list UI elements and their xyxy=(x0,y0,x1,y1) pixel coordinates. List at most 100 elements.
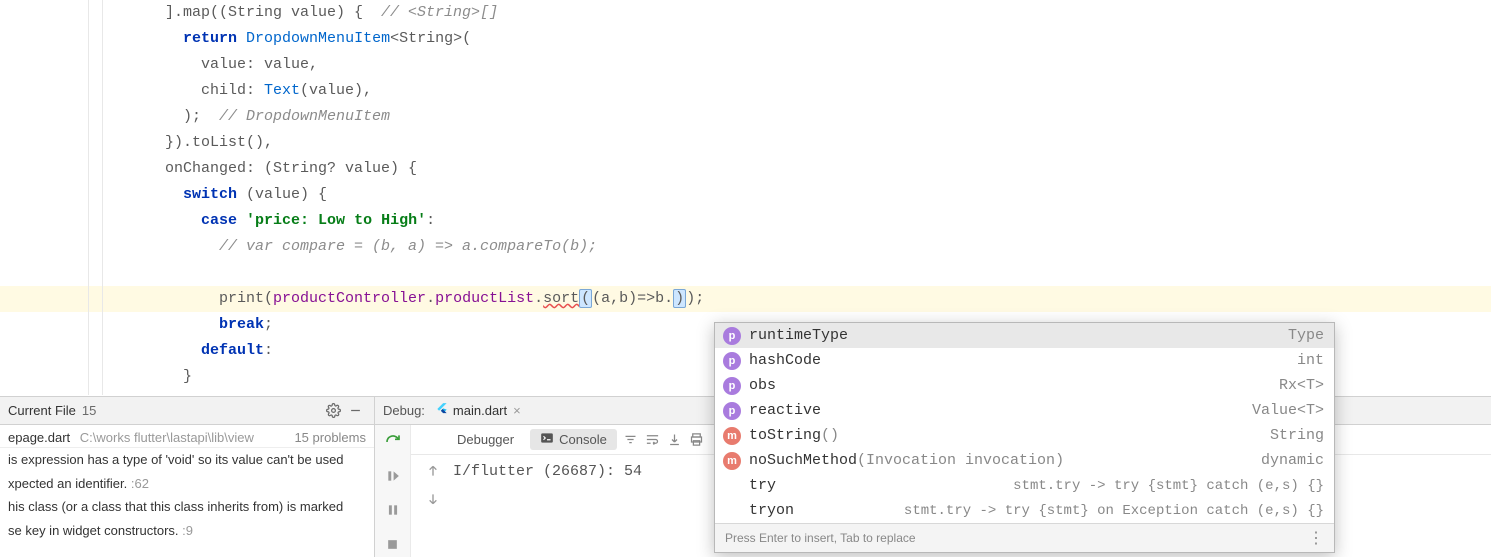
code-comment: // <String>[] xyxy=(381,4,498,21)
code-line[interactable]: return DropdownMenuItem<String>( xyxy=(0,26,1491,52)
soft-wrap-icon[interactable] xyxy=(645,432,661,448)
ac-name: toString xyxy=(749,427,821,444)
code-line-active[interactable]: print(productController.productList.sort… xyxy=(0,286,1491,312)
problem-text: his class (or a class that this class in… xyxy=(8,499,343,514)
problem-text: xpected an identifier. xyxy=(8,476,127,491)
ac-type: stmt.try -> try {stmt} catch (e,s) {} xyxy=(1013,478,1324,494)
code-line[interactable]: value: value, xyxy=(0,52,1491,78)
problems-scope-label[interactable]: Current File xyxy=(8,403,76,418)
more-icon[interactable]: ⋮ xyxy=(1308,528,1324,548)
autocomplete-item[interactable]: tryon stmt.try -> try {stmt} on Exceptio… xyxy=(715,498,1334,523)
code-line[interactable]: }).toList(), xyxy=(0,130,1491,156)
problems-header: Current File 15 xyxy=(0,397,374,425)
autocomplete-item[interactable]: m toString() String xyxy=(715,423,1334,448)
problem-loc: :62 xyxy=(127,476,149,491)
down-arrow-icon[interactable] xyxy=(425,491,443,509)
problem-item[interactable]: his class (or a class that this class in… xyxy=(0,495,374,519)
ac-type: Rx<T> xyxy=(1279,377,1324,394)
code-line[interactable]: child: Text(value), xyxy=(0,78,1491,104)
gear-icon[interactable] xyxy=(322,400,344,422)
code-text: (a,b)=>b. xyxy=(592,290,673,307)
code-type: Text xyxy=(264,82,300,99)
autocomplete-item[interactable]: p hashCode int xyxy=(715,348,1334,373)
console-icon xyxy=(540,431,554,448)
autocomplete-item[interactable]: p runtimeType Type xyxy=(715,323,1334,348)
debug-label: Debug: xyxy=(383,403,425,418)
code-error-underline: sort xyxy=(543,290,579,307)
problem-item[interactable]: is expression has a type of 'void' so it… xyxy=(0,448,374,472)
code-line[interactable]: // var compare = (b, a) => a.compareTo(b… xyxy=(0,234,1491,260)
code-line[interactable] xyxy=(0,260,1491,286)
problem-text: se key in widget constructors. xyxy=(8,523,179,538)
tab-console[interactable]: Console xyxy=(530,429,617,450)
code-keyword: default xyxy=(201,342,264,359)
problems-file-row[interactable]: epage.dart C:\works flutter\lastapi\lib\… xyxy=(0,425,374,448)
problem-item[interactable]: se key in widget constructors. :9 xyxy=(0,519,374,543)
method-icon: m xyxy=(723,452,741,470)
code-text xyxy=(237,212,246,229)
autocomplete-item[interactable]: p reactive Value<T> xyxy=(715,398,1334,423)
problem-item[interactable]: xpected an identifier. :62 xyxy=(0,472,374,496)
problems-list: is expression has a type of 'void' so it… xyxy=(0,448,374,557)
problem-text: is expression has a type of 'void' so it… xyxy=(8,452,344,467)
code-text: : xyxy=(426,212,435,229)
ac-name: hashCode xyxy=(749,352,821,369)
debug-sidebar xyxy=(375,425,411,557)
bracket-close: ) xyxy=(673,289,686,308)
print-icon[interactable] xyxy=(689,432,705,448)
autocomplete-hint: Press Enter to insert, Tab to replace xyxy=(725,531,916,545)
bracket-open: ( xyxy=(579,289,592,308)
code-text xyxy=(165,238,219,255)
template-icon xyxy=(723,502,741,520)
code-text: }).toList(), xyxy=(165,134,273,151)
ac-name: noSuchMethod xyxy=(749,452,857,469)
minimize-icon[interactable] xyxy=(344,400,366,422)
pause-button[interactable] xyxy=(380,497,406,523)
flutter-icon xyxy=(435,402,449,419)
code-text xyxy=(237,30,246,47)
code-string: 'price: Low to High' xyxy=(246,212,426,229)
autocomplete-item[interactable]: p obs Rx<T> xyxy=(715,373,1334,398)
code-line[interactable]: switch (value) { xyxy=(0,182,1491,208)
code-text: . xyxy=(534,290,543,307)
code-text: } xyxy=(165,368,192,385)
autocomplete-item[interactable]: m noSuchMethod(Invocation invocation) dy… xyxy=(715,448,1334,473)
problems-file-name: epage.dart xyxy=(8,430,70,445)
code-line[interactable]: case 'price: Low to High': xyxy=(0,208,1491,234)
code-line[interactable]: ].map((String value) { // <String>[] xyxy=(0,0,1491,26)
code-keyword: break xyxy=(219,316,264,333)
code-text: (value) { xyxy=(237,186,327,203)
code-line[interactable]: ); // DropdownMenuItem xyxy=(0,104,1491,130)
ac-name: tryon xyxy=(749,502,794,519)
close-icon[interactable]: × xyxy=(513,403,521,418)
code-text xyxy=(165,186,183,203)
ac-name: reactive xyxy=(749,402,821,419)
filter-icon[interactable] xyxy=(623,432,639,448)
code-text: ); xyxy=(165,108,219,125)
code-text: <String>( xyxy=(390,30,471,47)
scroll-to-end-icon[interactable] xyxy=(667,432,683,448)
rerun-button[interactable] xyxy=(380,429,406,455)
stop-button[interactable] xyxy=(380,531,406,557)
ac-params: (Invocation invocation) xyxy=(857,452,1064,469)
code-text: onChanged: (String? value) { xyxy=(165,160,417,177)
ac-type: int xyxy=(1297,352,1324,369)
property-icon: p xyxy=(723,327,741,345)
code-keyword: switch xyxy=(183,186,237,203)
gutter-line-1 xyxy=(88,0,89,395)
console-output: I/flutter (26687): 54 xyxy=(453,461,642,551)
code-text: : xyxy=(264,342,273,359)
debug-config-name[interactable]: main.dart xyxy=(453,403,507,418)
template-icon xyxy=(723,477,741,495)
code-type: DropdownMenuItem xyxy=(246,30,390,47)
code-text xyxy=(165,30,183,47)
autocomplete-item[interactable]: try stmt.try -> try {stmt} catch (e,s) {… xyxy=(715,473,1334,498)
resume-button[interactable] xyxy=(380,463,406,489)
up-arrow-icon[interactable] xyxy=(425,463,443,481)
ac-name: obs xyxy=(749,377,776,394)
code-text xyxy=(165,212,201,229)
tab-debugger[interactable]: Debugger xyxy=(447,430,524,449)
property-icon: p xyxy=(723,402,741,420)
code-line[interactable]: onChanged: (String? value) { xyxy=(0,156,1491,182)
problems-scope-count: 15 xyxy=(82,403,96,418)
